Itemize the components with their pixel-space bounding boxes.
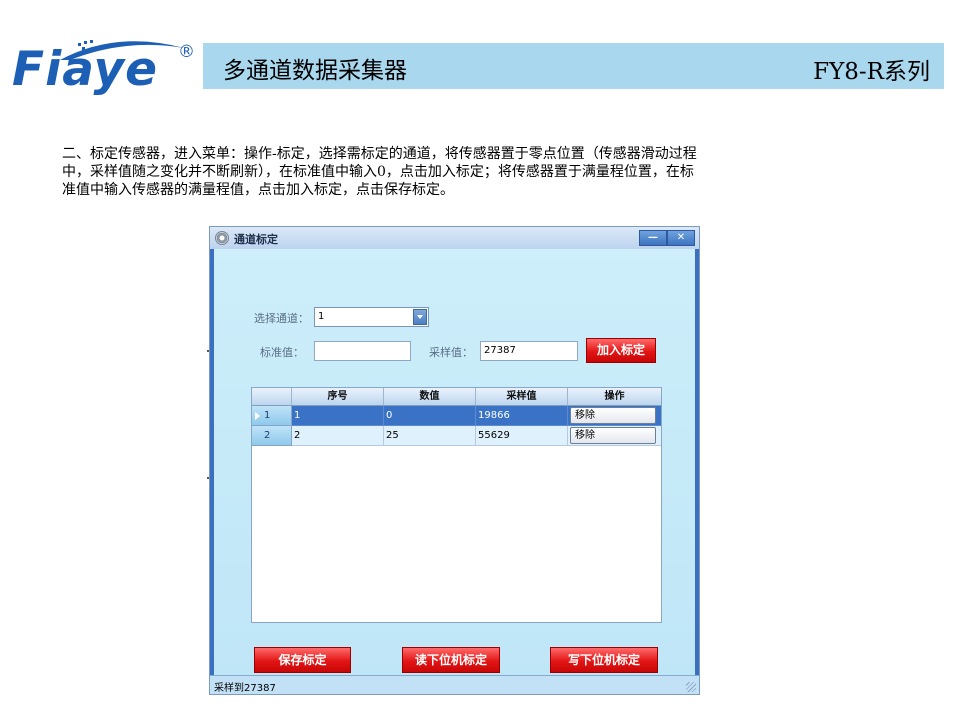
calibration-table: 序号 数值 采样值 操作 1 1 0 19866 移除 2 2 25 55629… [251,387,662,623]
status-text: 采样到27387 [214,683,276,694]
add-calibration-button[interactable]: 加入标定 [586,338,656,363]
header-band: 多通道数据采集器 FY8-R系列 [203,43,944,89]
sample-value-label: 采样值： [429,346,473,359]
table-header: 序号 数值 采样值 操作 [252,388,661,406]
column-header-seq[interactable]: 序号 [292,388,384,405]
instruction-line: 中，采样值随之变化并不断刷新），在标准值中输入0，点击加入标定；将传感器置于满量… [62,164,694,180]
chevron-down-icon[interactable] [413,309,427,325]
close-button[interactable]: ✕ [667,230,695,246]
product-series: FY8-R系列 [813,59,930,85]
column-header-row-selector [252,388,292,405]
status-bar: 采样到27387 [210,675,699,694]
window-titlebar[interactable]: 通道标定 — ✕ [210,227,699,249]
window-client-area: 选择通道： 1 标准值： 采样值： 27387 加入标定 序号 数值 采样值 操… [214,249,695,675]
save-calibration-button[interactable]: 保存标定 [254,647,351,673]
row-selected-arrow-icon [255,412,260,420]
write-device-calibration-button[interactable]: 写下位机标定 [550,647,658,673]
channel-calibration-window: 通道标定 — ✕ 选择通道： 1 标准值： 采样值： 27387 加入标定 序号… [209,226,700,695]
cell-sample[interactable]: 55629 [476,426,568,446]
read-device-calibration-button[interactable]: 读下位机标定 [402,647,500,673]
table-row[interactable]: 2 2 25 55629 移除 [252,426,661,446]
table-row[interactable]: 1 1 0 19866 移除 [252,406,661,426]
fiaye-logo: Fiaye ® [12,34,198,104]
standard-value-input[interactable] [314,341,411,361]
instruction-line: 二、标定传感器，进入菜单：操作-标定，选择需标定的通道，将传感器置于零点位置（传… [62,146,697,162]
channel-label: 选择通道： [254,312,309,325]
column-header-sample[interactable]: 采样值 [476,388,568,405]
cell-seq[interactable]: 2 [292,426,384,446]
column-header-action[interactable]: 操作 [568,388,661,405]
resize-grip-icon[interactable] [686,682,696,692]
cell-seq[interactable]: 1 [292,406,384,426]
logo-text: Fiaye [12,42,158,97]
window-title: 通道标定 [234,233,278,246]
cell-action: 移除 [568,426,661,446]
row-header-number: 2 [264,430,271,441]
cell-action: 移除 [568,406,661,426]
cell-sample[interactable]: 19866 [476,406,568,426]
cell-value[interactable]: 25 [384,426,476,446]
minimize-button[interactable]: — [639,230,667,246]
remove-button[interactable]: 移除 [570,427,656,444]
column-header-value[interactable]: 数值 [384,388,476,405]
cell-value[interactable]: 0 [384,406,476,426]
standard-value-label: 标准值： [260,346,304,359]
instruction-line: 准值中输入传感器的满量程值，点击加入标定，点击保存标定。 [62,182,454,198]
remove-button[interactable]: 移除 [570,407,656,424]
channel-select-value: 1 [318,311,325,322]
channel-select[interactable]: 1 [314,307,429,327]
instruction-paragraph: 二、标定传感器，进入菜单：操作-标定，选择需标定的通道，将传感器置于零点位置（传… [62,145,902,199]
app-gear-icon [215,231,229,245]
sample-value-field[interactable]: 27387 [480,341,578,361]
registered-mark: ® [178,42,195,62]
row-header-number: 1 [264,410,271,421]
row-header[interactable]: 1 [252,406,292,426]
product-title: 多通道数据采集器 [223,58,407,84]
row-header[interactable]: 2 [252,426,292,446]
